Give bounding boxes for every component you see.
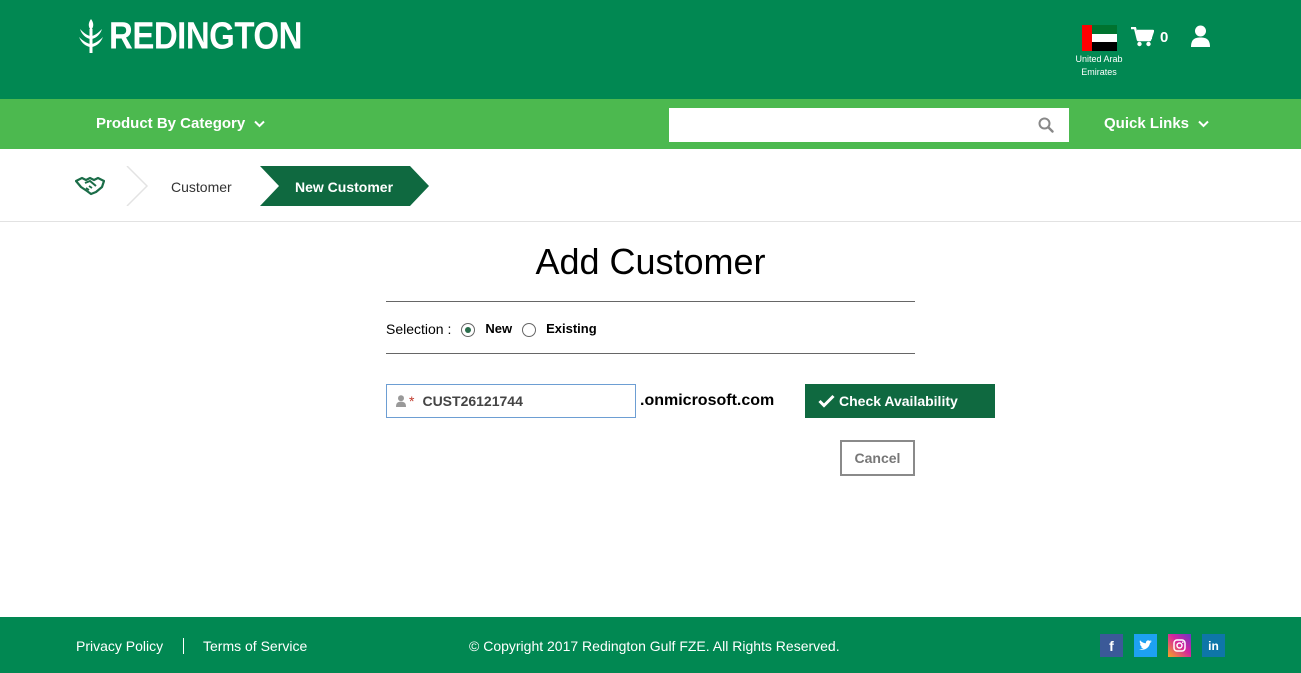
radio-existing[interactable] xyxy=(522,323,537,337)
instagram-icon[interactable] xyxy=(1168,634,1191,657)
category-menu-label: Product By Category xyxy=(96,115,246,132)
product-by-category-menu[interactable]: Product By Category xyxy=(96,115,265,132)
user-icon xyxy=(1191,25,1210,47)
checkmark-icon xyxy=(818,394,835,408)
user-account-button[interactable] xyxy=(1191,25,1210,52)
breadcrumb-separator xyxy=(126,166,149,206)
chevron-down-icon xyxy=(1198,120,1209,127)
breadcrumb-new-customer-label: New Customer xyxy=(295,179,394,195)
top-header: REDINGTON United Arab Emirates 0 xyxy=(0,0,1301,99)
radio-new[interactable] xyxy=(461,323,476,337)
domain-suffix: .onmicrosoft.com xyxy=(640,392,775,409)
breadcrumb-new-customer: New Customer xyxy=(260,166,430,206)
country-selector[interactable]: United Arab Emirates xyxy=(1068,25,1130,79)
selection-label: Selection : xyxy=(386,320,452,337)
page-title: Add Customer xyxy=(535,241,766,282)
uae-flag-icon xyxy=(1081,25,1117,52)
footer-divider xyxy=(183,638,184,654)
breadcrumb: Customer New Customer xyxy=(0,149,1301,222)
twitter-icon[interactable] xyxy=(1134,634,1157,657)
footer: Privacy Policy Terms of Service © Copyri… xyxy=(0,617,1301,673)
terms-of-service-link[interactable]: Terms of Service xyxy=(203,638,307,654)
copyright-text: © Copyright 2017 Redington Gulf FZE. All… xyxy=(469,638,840,654)
search-input[interactable] xyxy=(669,108,1023,142)
search-box xyxy=(669,108,1069,142)
search-icon xyxy=(1038,117,1054,133)
cart-icon xyxy=(1131,27,1154,47)
facebook-icon[interactable]: f xyxy=(1100,634,1123,657)
domain-input[interactable] xyxy=(422,393,613,409)
radio-existing-label[interactable]: Existing xyxy=(546,321,597,336)
redington-logo[interactable]: REDINGTON xyxy=(78,14,302,57)
cancel-button[interactable]: Cancel xyxy=(840,440,915,476)
divider xyxy=(386,301,915,302)
divider xyxy=(386,353,915,354)
required-asterisk: * xyxy=(409,393,415,409)
check-availability-button[interactable]: Check Availability xyxy=(805,384,995,418)
linkedin-icon[interactable]: in xyxy=(1202,634,1225,657)
breadcrumb-home[interactable] xyxy=(74,174,106,201)
cart-button[interactable]: 0 xyxy=(1131,27,1168,47)
quick-links-label: Quick Links xyxy=(1104,115,1190,132)
user-icon xyxy=(396,395,406,407)
radio-new-label[interactable]: New xyxy=(485,321,512,336)
breadcrumb-customer[interactable]: Customer xyxy=(171,179,232,195)
chevron-down-icon xyxy=(254,120,265,127)
domain-field: * xyxy=(386,384,636,418)
handshake-icon xyxy=(74,176,106,196)
cart-count: 0 xyxy=(1160,28,1169,46)
leaf-logo-icon xyxy=(79,19,103,53)
selection-group: Selection : New Existing xyxy=(386,320,607,337)
radio-selected-dot xyxy=(465,327,472,333)
search-button[interactable] xyxy=(1023,108,1069,142)
brand-name: REDINGTON xyxy=(109,14,302,57)
quick-links-menu[interactable]: Quick Links xyxy=(1104,115,1209,132)
nav-bar: Product By Category Quick Links xyxy=(0,99,1301,149)
country-name: United Arab Emirates xyxy=(1075,54,1123,77)
check-availability-label: Check Availability xyxy=(839,393,958,409)
privacy-policy-link[interactable]: Privacy Policy xyxy=(76,638,163,654)
